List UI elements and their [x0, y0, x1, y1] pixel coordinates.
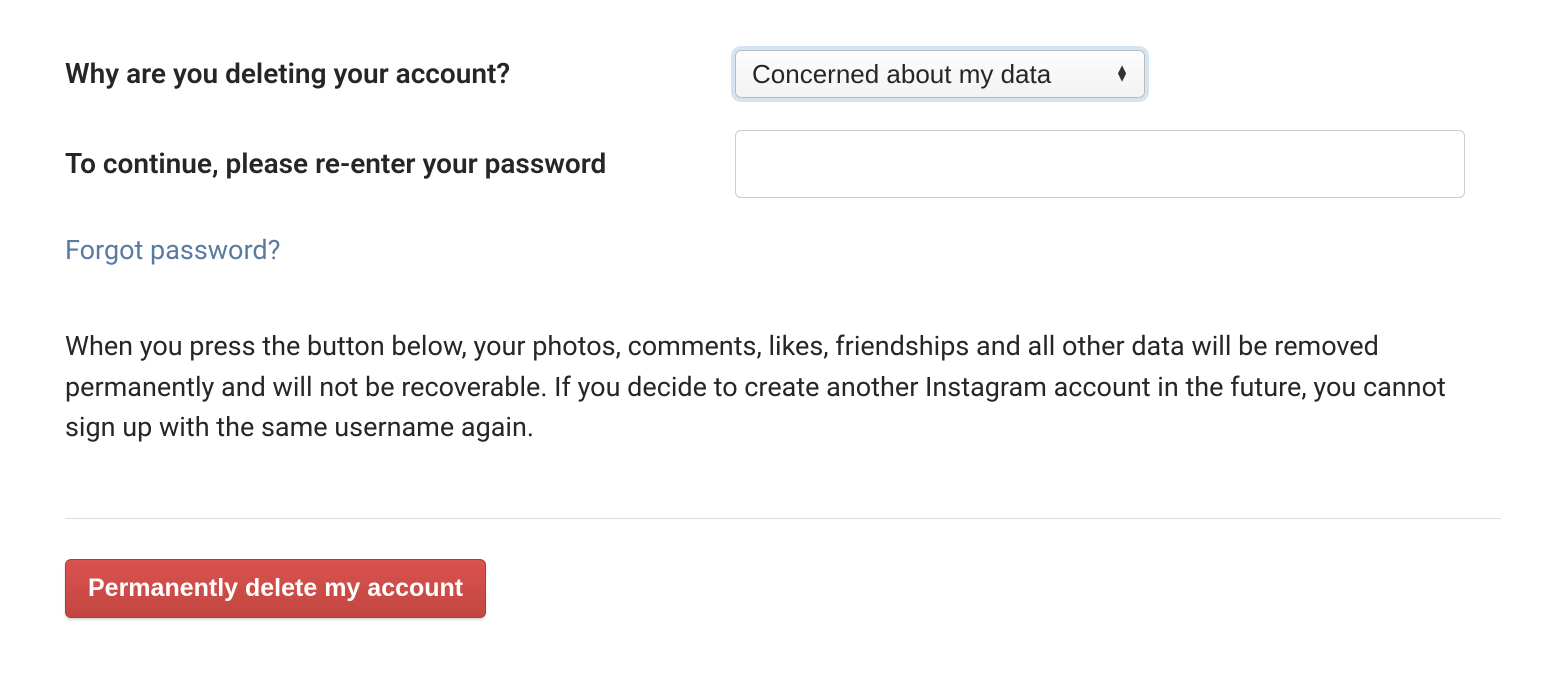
password-row: To continue, please re-enter your passwo… — [65, 130, 1501, 198]
permanently-delete-button[interactable]: Permanently delete my account — [65, 559, 486, 618]
delete-warning-text: When you press the button below, your ph… — [65, 326, 1495, 448]
section-divider — [65, 518, 1501, 519]
reason-select-wrapper: Concerned about my data ▲ ▼ — [735, 50, 1145, 98]
password-input[interactable] — [735, 130, 1465, 198]
forgot-password-link[interactable]: Forgot password? — [65, 234, 280, 266]
reason-label: Why are you deleting your account? — [65, 54, 735, 93]
password-label: To continue, please re-enter your passwo… — [65, 144, 735, 183]
reason-select[interactable]: Concerned about my data — [735, 50, 1145, 98]
reason-row: Why are you deleting your account? Conce… — [65, 50, 1501, 98]
